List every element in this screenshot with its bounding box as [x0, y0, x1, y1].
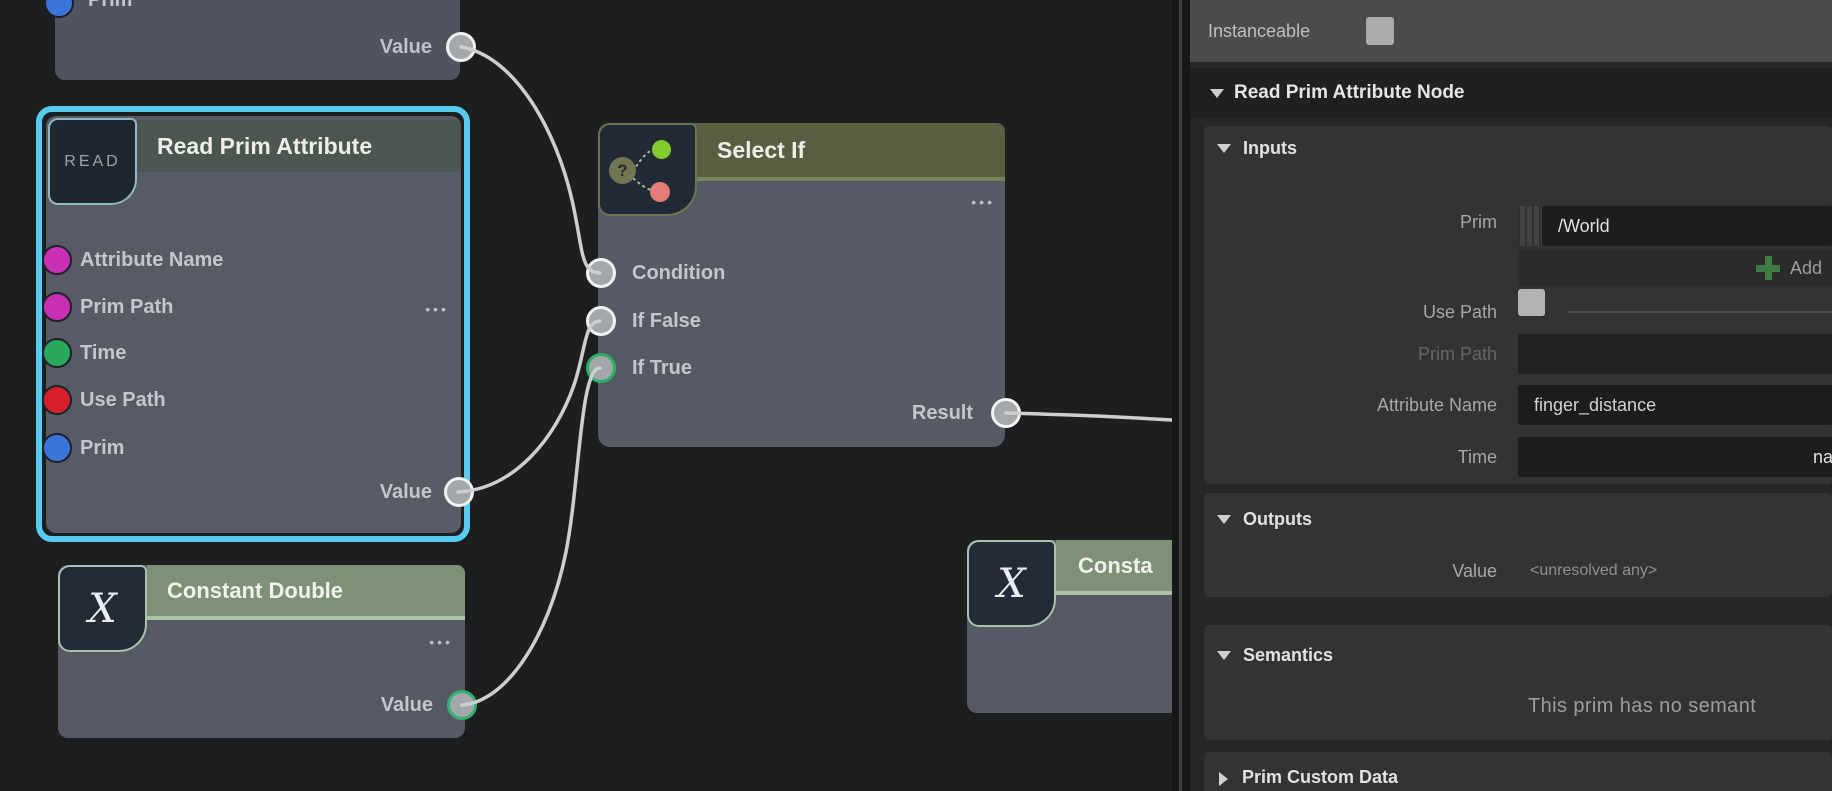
port-prim[interactable] — [42, 433, 72, 463]
collapse-arrow-icon[interactable] — [1217, 515, 1231, 524]
node-read-prim-attribute[interactable]: Read Prim Attribute READ ••• Attribute N… — [46, 116, 461, 533]
port-use-path[interactable] — [42, 385, 72, 415]
port-label: If False — [632, 308, 701, 334]
attribute-name-field[interactable]: finger_distance — [1518, 385, 1832, 425]
property-panel: Instanceable Read Prim Attribute Node In… — [1190, 0, 1832, 791]
constant-x-icon: X — [967, 540, 1056, 627]
question-icon: ? — [609, 157, 636, 184]
node-header[interactable]: Constant Double — [147, 565, 465, 620]
section-outputs: Outputs Value <unresolved any> — [1204, 493, 1832, 597]
prim-path-field[interactable] — [1518, 334, 1832, 374]
node-graph-canvas[interactable]: Prim Value Read Prim Attribute READ ••• … — [0, 0, 1172, 791]
collapse-arrow-icon[interactable] — [1210, 89, 1224, 98]
port-label: Time — [80, 340, 126, 366]
instanceable-label: Instanceable — [1208, 0, 1310, 62]
add-button[interactable]: Add — [1790, 250, 1822, 286]
port-attribute-name[interactable] — [42, 245, 72, 275]
prim-custom-data-title: Prim Custom Data — [1242, 767, 1398, 788]
wire-value-to-condition[interactable] — [461, 47, 600, 273]
semantics-title: Semantics — [1243, 645, 1333, 666]
port-label: Prim — [80, 435, 124, 461]
select-if-icon: ? — [598, 123, 697, 216]
port-prim-path[interactable] — [42, 292, 72, 322]
port-label-value: Value — [380, 479, 432, 505]
port-label-value: Value — [381, 692, 433, 718]
node-menu-icon[interactable]: ••• — [429, 635, 453, 649]
splitter-grip[interactable] — [1179, 0, 1182, 791]
attribute-name-value: finger_distance — [1534, 385, 1656, 425]
section-read-prim-attribute-node[interactable]: Read Prim Attribute Node — [1190, 68, 1832, 118]
prim-drag-handle-icon[interactable] — [1518, 206, 1542, 246]
port-label: If True — [632, 355, 692, 381]
port-prim-input[interactable] — [44, 0, 74, 18]
plus-icon[interactable] — [1753, 253, 1783, 283]
port-label-prim: Prim — [88, 0, 132, 13]
node-menu-icon[interactable]: ••• — [971, 195, 995, 209]
use-path-label: Use Path — [1204, 300, 1497, 324]
node-title: Select If — [697, 123, 1005, 177]
instanceable-checkbox[interactable] — [1366, 17, 1394, 45]
collapse-arrow-icon[interactable] — [1217, 144, 1231, 153]
time-value: nan — [1813, 437, 1832, 477]
true-dot-icon — [652, 140, 671, 159]
add-target-row: Add — [1518, 250, 1832, 286]
node-title: Constant Double — [147, 565, 465, 616]
panel-splitter[interactable] — [1172, 0, 1190, 791]
node-partial-top[interactable]: Prim Value — [55, 0, 460, 80]
time-field[interactable]: nan — [1518, 437, 1832, 477]
node-header[interactable]: Read Prim Attribute — [137, 120, 461, 172]
node-menu-icon[interactable]: ••• — [425, 302, 449, 316]
port-label: Prim Path — [80, 294, 173, 320]
use-path-divider — [1567, 311, 1832, 313]
port-label-result: Result — [912, 400, 973, 426]
node-constant-partial[interactable]: Consta X — [967, 540, 1207, 713]
attribute-name-label: Attribute Name — [1204, 393, 1497, 417]
time-label: Time — [1204, 445, 1497, 469]
port-time[interactable] — [42, 338, 72, 368]
collapse-arrow-icon[interactable] — [1217, 651, 1231, 660]
inputs-title: Inputs — [1243, 138, 1297, 159]
constant-x-icon: X — [58, 565, 147, 652]
prim-label: Prim — [1204, 210, 1497, 234]
wire-value-to-if-true[interactable] — [462, 368, 600, 705]
node-header[interactable]: Select If — [697, 123, 1005, 181]
value-unresolved-text: <unresolved any> — [1530, 562, 1657, 580]
section-prim-custom-data: Prim Custom Data — [1204, 752, 1832, 791]
wire-result-out[interactable] — [1006, 413, 1172, 420]
use-path-checkbox[interactable] — [1518, 289, 1545, 316]
section-title: Read Prim Attribute Node — [1234, 68, 1465, 118]
read-badge-icon: READ — [48, 118, 137, 205]
semantics-empty-message: This prim has no semant — [1528, 695, 1756, 718]
instanceable-row: Instanceable — [1190, 0, 1832, 62]
node-title: Read Prim Attribute — [137, 120, 461, 172]
false-dot-icon — [650, 182, 670, 202]
port-label: Use Path — [80, 387, 166, 413]
expand-arrow-icon[interactable] — [1219, 772, 1228, 786]
omnigraph-editor: { "graph": { "top_node": { "input_label"… — [0, 0, 1832, 791]
prim-path-label: Prim Path — [1204, 342, 1497, 366]
value-label: Value — [1204, 559, 1497, 583]
port-label-value: Value — [380, 34, 432, 60]
port-label: Attribute Name — [80, 247, 223, 273]
node-constant-double[interactable]: Constant Double X ••• Value — [58, 565, 465, 738]
port-label: Condition — [632, 260, 725, 286]
prim-field[interactable]: /World — [1542, 206, 1832, 246]
section-semantics: Semantics This prim has no semant — [1204, 625, 1832, 740]
section-inputs: Inputs Prim /World Add Use Path Prim Pat… — [1204, 126, 1832, 484]
outputs-title: Outputs — [1243, 509, 1312, 530]
prim-value: /World — [1558, 206, 1610, 246]
node-select-if[interactable]: Select If ? ••• Condition If False If Tr… — [598, 123, 1005, 447]
